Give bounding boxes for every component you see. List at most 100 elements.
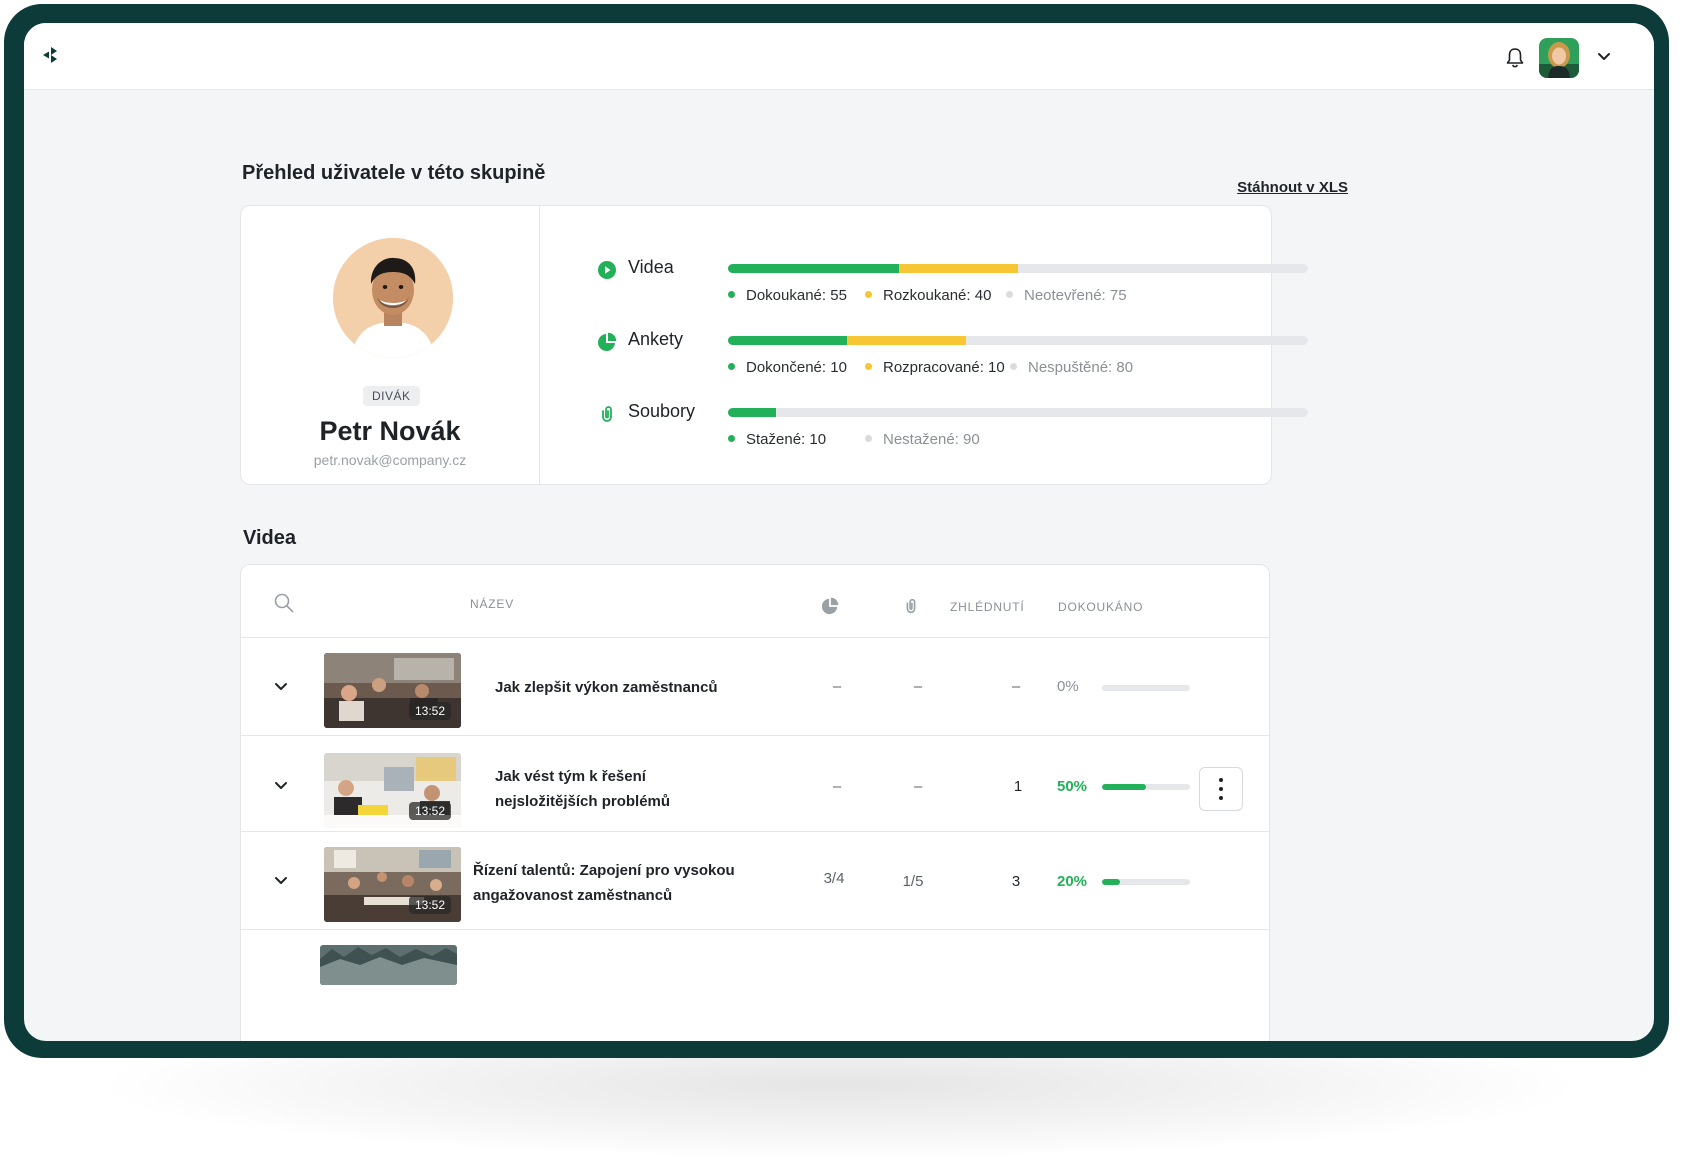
completed-fill	[1102, 879, 1120, 885]
chevron-down-icon[interactable]	[1596, 51, 1612, 63]
chevron-down-icon[interactable]	[273, 681, 289, 693]
legend-text: Neotevřené: 75	[1024, 287, 1127, 304]
video-completed-pct: 0%	[1057, 678, 1079, 695]
stat-progress-bar	[728, 336, 1308, 345]
chevron-down-icon[interactable]	[273, 875, 289, 887]
dot-gray	[865, 434, 872, 442]
user-overview-card: DIVÁK Petr Novák petr.novak@company.cz V…	[240, 205, 1308, 485]
row-divider	[241, 831, 1269, 832]
video-thumbnail[interactable]: 13:52	[324, 753, 461, 828]
search-icon[interactable]	[273, 592, 295, 614]
video-completed-bar	[1102, 784, 1190, 790]
stat-label: Videa	[628, 257, 674, 277]
kebab-dot	[1219, 778, 1223, 782]
paperclip-icon[interactable]	[902, 597, 920, 615]
top-bar	[24, 23, 1654, 90]
legend-not-started: Nespuštěné: 80	[1010, 359, 1133, 376]
segment-in-progress	[846, 336, 966, 345]
video-polls: –	[832, 678, 842, 695]
video-title-line: Jak zlepšit výkon zaměstnanců	[495, 679, 718, 696]
dot-green	[728, 434, 735, 442]
profile-photo	[333, 238, 453, 358]
video-duration: 13:52	[408, 702, 451, 720]
video-title-line: angažovanost zaměstnanců	[473, 887, 673, 904]
video-thumbnail[interactable]: 13:52	[324, 653, 461, 728]
app-screen: Přehled uživatele v této skupině Stáhnou…	[24, 23, 1654, 1041]
stat-polls: Ankety Dokončené: 10 Rozpracované: 10 Ne…	[597, 326, 1317, 386]
video-title[interactable]: Řízení talentů: Zapojení pro vysokou ang…	[473, 858, 773, 908]
row-divider	[241, 735, 1269, 736]
logo-mark-icon[interactable]	[40, 45, 60, 65]
segment-done	[728, 408, 776, 417]
segment-done	[728, 264, 900, 273]
video-polls: 3/4	[823, 870, 845, 887]
video-views: –	[1011, 678, 1021, 695]
column-name-header[interactable]: NÁZEV	[470, 597, 514, 611]
segment-in-progress	[899, 264, 1018, 273]
video-views: 3	[1011, 873, 1021, 890]
video-completed-pct: 20%	[1057, 873, 1088, 890]
chevron-down-icon[interactable]	[273, 780, 289, 792]
download-xls-link[interactable]: Stáhnout v XLS	[1237, 179, 1348, 196]
pie-chart-icon	[598, 332, 617, 351]
kebab-dot	[1219, 796, 1223, 800]
video-title-line: Jak vést tým k řešení	[495, 768, 646, 785]
legend-text: Dokoukané: 55	[746, 287, 847, 304]
legend-text: Rozkoukané: 40	[883, 287, 992, 304]
video-polls: –	[832, 778, 842, 795]
overview-title: Přehled uživatele v této skupině	[242, 162, 546, 184]
play-circle-icon	[598, 261, 616, 279]
legend-done: Stažené: 10	[728, 431, 826, 448]
video-thumbnail[interactable]	[320, 945, 457, 985]
legend-done: Dokoukané: 55	[728, 287, 847, 304]
column-views-header[interactable]: ZHLÉDNUTÍ	[950, 600, 1025, 614]
legend-text: Nespuštěné: 80	[1028, 359, 1134, 376]
row-divider	[241, 929, 1269, 930]
legend-text: Stažené: 10	[746, 431, 827, 448]
dot-yellow	[865, 362, 872, 370]
dot-gray	[1006, 290, 1013, 298]
legend-not-started: Neotevřené: 75	[1006, 287, 1127, 304]
thumbnail-image	[320, 945, 457, 985]
stat-videos: Videa Dokoukané: 55 Rozkoukané: 40 Neote…	[597, 254, 1317, 314]
video-thumbnail[interactable]: 13:52	[324, 847, 461, 922]
stat-files: Soubory Stažené: 10 Nestažené: 90	[597, 398, 1317, 458]
video-completed-bar	[1102, 879, 1190, 885]
videos-table: NÁZEV ZHLÉDNUTÍ DOKOUKÁNO 13:52 Jak zlep…	[240, 564, 1270, 1041]
user-avatar-photo	[1539, 38, 1579, 78]
user-name: Petr Novák	[319, 416, 461, 446]
legend-text: Rozpracované: 10	[883, 359, 1005, 376]
stat-label: Soubory	[628, 401, 696, 421]
video-title[interactable]: Jak zlepšit výkon zaměstnanců	[495, 675, 785, 700]
user-avatar[interactable]	[1539, 38, 1579, 78]
legend-in-progress: Rozkoukané: 40	[865, 287, 991, 304]
stat-label: Ankety	[628, 329, 684, 349]
legend-text: Nestažené: 90	[883, 431, 980, 448]
video-title[interactable]: Jak vést tým k řešení nejsložitějších pr…	[495, 764, 785, 814]
stat-progress-bar	[728, 264, 1308, 273]
dot-green	[728, 362, 735, 370]
video-files: 1/5	[902, 873, 924, 890]
row-actions-button[interactable]	[1199, 767, 1243, 811]
video-files: –	[913, 678, 923, 695]
video-title-line: nejsložitějších problémů	[495, 793, 671, 810]
header-divider	[241, 637, 1269, 638]
stat-progress-bar	[728, 408, 1308, 417]
user-email: petr.novak@company.cz	[313, 452, 467, 468]
segment-done	[728, 336, 847, 345]
profile-avatar	[333, 238, 453, 358]
device-frame: Přehled uživatele v této skupině Stáhnou…	[4, 4, 1669, 1058]
column-completed-header[interactable]: DOKOUKÁNO	[1058, 600, 1143, 614]
dot-gray	[1010, 362, 1017, 370]
completed-fill	[1102, 784, 1146, 790]
legend-in-progress: Rozpracované: 10	[865, 359, 1005, 376]
bell-icon[interactable]	[1505, 47, 1525, 69]
legend-not-started: Nestažené: 90	[865, 431, 980, 448]
video-views: 1	[1013, 778, 1023, 795]
kebab-dot	[1219, 787, 1223, 791]
paperclip-icon	[602, 406, 612, 422]
videos-section-title: Videa	[243, 527, 296, 549]
pie-chart-icon[interactable]	[821, 597, 839, 615]
legend-done: Dokončené: 10	[728, 359, 847, 376]
dot-green	[728, 290, 735, 298]
